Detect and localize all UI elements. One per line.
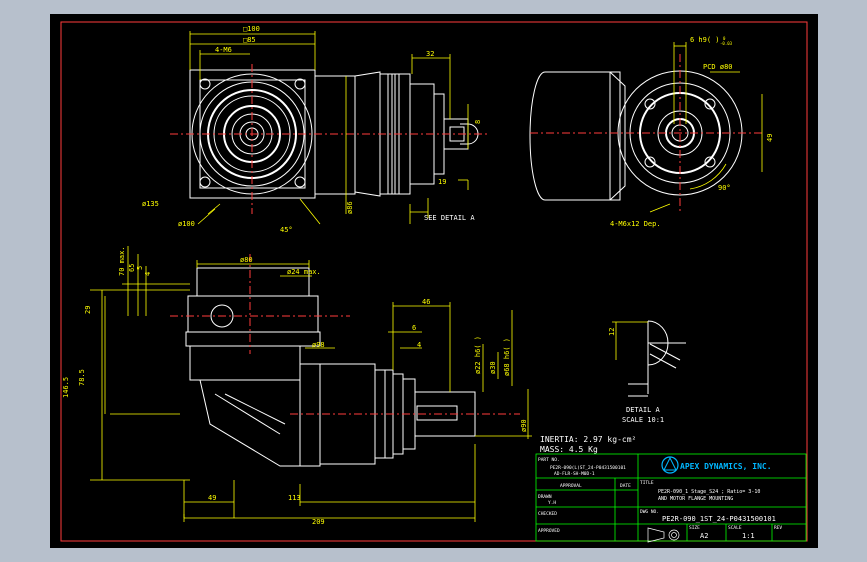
tb-checked: CHECKED (538, 511, 557, 517)
dim-w49: 49 (208, 494, 216, 502)
dim-dia-80: ø80 (240, 256, 253, 264)
projection-symbol (647, 527, 680, 543)
dim-h65: 65 (128, 264, 136, 272)
see-detail-a: SEE DETAIL A (424, 214, 475, 222)
detail-scale: SCALE 10:1 (622, 416, 664, 424)
dim-4: 4 (417, 341, 421, 349)
dim-h70: 70 max. (118, 246, 126, 276)
drawing-canvas[interactable]: □100 □85 4-M6 ø135 ø100 45° ø86 32 8 19 … (50, 14, 818, 548)
bolt-hole (294, 176, 306, 188)
dim-w209: 209 (312, 518, 325, 526)
tb-company: APEX DYNAMICS, INC. (680, 462, 772, 471)
dim-dia-135: ø135 (142, 200, 159, 208)
dim-dia-90: ø90 (520, 419, 528, 432)
tb-date: DATE (620, 483, 631, 489)
dim-h5: 5 (136, 266, 144, 270)
dim-h146: 146.5 (62, 377, 70, 398)
dim-19: 19 (438, 178, 446, 186)
apex-logo (661, 456, 679, 474)
dim-h29: 29 (84, 306, 92, 314)
dim-angle-90: 90° (718, 184, 731, 192)
dim-46: 46 (422, 298, 430, 306)
cad-drawing: □100 □85 4-M6 ø135 ø100 45° ø86 32 8 19 … (60, 21, 808, 543)
tb-part-no-2: AD-FLR-SH-M0D-1 (554, 471, 595, 477)
dim-dia-100: ø100 (178, 220, 195, 228)
dim-pcd: PCD ø80 (703, 63, 733, 71)
tb-drawn-val: Y.H (548, 500, 556, 506)
dim-6: 6 (412, 324, 416, 332)
dim-dia-22: ø22 h6( ) (474, 336, 482, 374)
dim-8: 8 (474, 120, 482, 124)
dim-h4: 4 (144, 272, 152, 276)
dim-dia-98: ø98 (312, 341, 325, 349)
detail-a (628, 320, 686, 397)
dim-angle-45: 45° (280, 226, 293, 234)
tb-rev-label: REV (774, 525, 782, 531)
tb-size-val: A2 (700, 532, 708, 540)
dim-square-100: □100 (243, 25, 260, 33)
dim-49: 49 (766, 134, 774, 142)
dim-w113: 113 (288, 494, 301, 502)
front-view (185, 267, 476, 467)
apex-logo-icon (661, 456, 679, 474)
tb-dwg-label: DWG NO. (640, 509, 659, 515)
dim-dia-24: ø24 max. (287, 268, 321, 276)
tb-drawn: DRAWN (538, 494, 552, 500)
tb-size-label: SIZE (689, 525, 700, 531)
tb-title-1: PE2R-090_1 Stage_S24 ; Ratio= 3-10 (658, 489, 760, 495)
keyway-tol-bot: -0.03 (720, 41, 733, 46)
dim-holes: 4-M6x12 Dep. (610, 220, 661, 228)
dim-32: 32 (426, 50, 434, 58)
detail-dim-12: 12 (608, 328, 616, 336)
tb-approved: APPROVED (538, 528, 560, 534)
dim-h78: 78.5 (78, 369, 86, 386)
top-view-dimensions (189, 31, 469, 225)
tb-dwg-no: PE2R-090_1ST_24-P0431500101 (662, 515, 776, 523)
tb-scale-val: 1:1 (742, 532, 755, 540)
dim-keyway: 6 h9( ) (690, 36, 720, 44)
tb-part-no-label: PART NO. (538, 457, 560, 463)
tb-approval: APPROVAL (560, 483, 582, 489)
tb-title-2: AND MOTOR FLANGE MOUNTING (658, 496, 733, 502)
dim-bolt-label: 4-M6 (215, 46, 232, 54)
cad-viewport-frame: □100 □85 4-M6 ø135 ø100 45° ø86 32 8 19 … (0, 0, 867, 562)
dim-dia-86: ø86 (346, 201, 354, 214)
detail-label: DETAIL A (626, 406, 661, 414)
note-mass: MASS: 4.5 Kg (540, 445, 598, 454)
dim-dia-30: ø30 (489, 361, 497, 374)
tb-scale-label: SCALE (728, 525, 742, 531)
note-inertia: INERTIA: 2.97 kg-cm² (540, 435, 636, 444)
tb-title-label: TITLE (640, 480, 654, 486)
front-view-dimensions (90, 246, 532, 522)
dim-dia-68: ø68 h6( ) (503, 338, 511, 376)
tb-part-no-1: PE2R-090(L)ST_24-P0431500101 (550, 465, 626, 471)
dim-square-85: □85 (243, 36, 256, 44)
bolt-hole (199, 176, 211, 188)
